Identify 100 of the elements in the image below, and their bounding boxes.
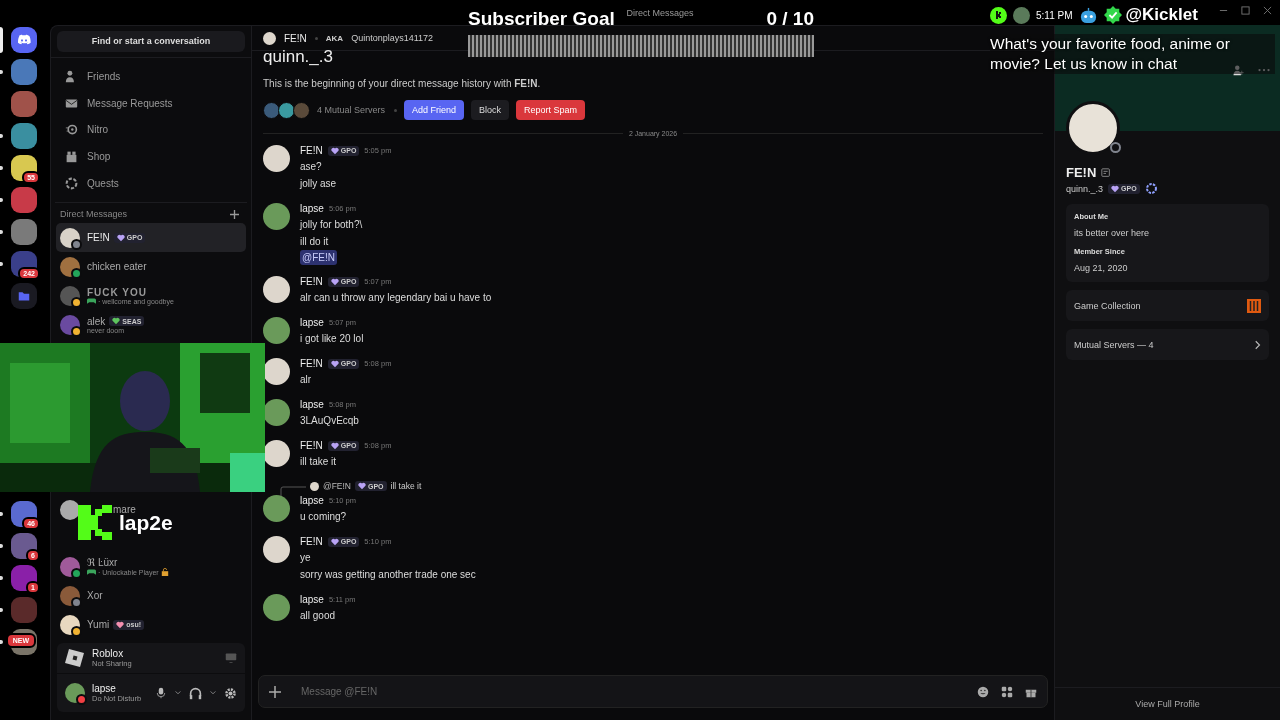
author-name[interactable]: lapse bbox=[300, 594, 324, 605]
message-input[interactable]: Message @FE!N bbox=[293, 685, 965, 698]
avatar bbox=[60, 227, 80, 248]
avatar[interactable] bbox=[263, 358, 290, 385]
headphones-icon[interactable] bbox=[189, 686, 202, 700]
author-name[interactable]: FE!N bbox=[300, 440, 323, 451]
contact-name: ℜ Ŀüxr bbox=[87, 557, 118, 568]
close-icon[interactable] bbox=[1263, 6, 1272, 15]
author-name[interactable]: FE!N bbox=[300, 358, 323, 369]
avatar[interactable] bbox=[263, 399, 290, 426]
message-text: ill do it bbox=[300, 235, 330, 249]
avatar[interactable] bbox=[263, 536, 290, 563]
plus-icon[interactable] bbox=[230, 209, 239, 219]
server-avatar bbox=[293, 101, 310, 119]
action-button[interactable]: Report Spam bbox=[516, 100, 586, 120]
nav-item[interactable]: Message Requests bbox=[61, 90, 241, 117]
nav-item[interactable]: Shop bbox=[61, 143, 241, 170]
heart-icon bbox=[116, 233, 125, 242]
author-name[interactable]: FE!N bbox=[300, 145, 323, 156]
mutual-servers-row[interactable]: Mutual Servers — 4 bbox=[1066, 329, 1269, 360]
channel-handle: @Kicklet bbox=[1125, 5, 1198, 25]
more-icon[interactable] bbox=[1258, 68, 1270, 72]
author-name[interactable]: lapse bbox=[300, 495, 324, 506]
avatar[interactable] bbox=[263, 495, 290, 522]
message-text: all good bbox=[300, 609, 337, 623]
avatar bbox=[60, 314, 80, 335]
avatar[interactable] bbox=[263, 317, 290, 344]
message-field[interactable]: Message @FE!N bbox=[258, 675, 1048, 708]
nav-item[interactable]: Nitro bbox=[61, 116, 241, 144]
dm-item[interactable]: chicken eater bbox=[56, 252, 246, 282]
mention[interactable]: @FE!N bbox=[300, 250, 337, 265]
action-button[interactable]: Add Friend bbox=[404, 100, 465, 120]
message-text: ill take it bbox=[300, 455, 338, 469]
server-avatar bbox=[278, 101, 295, 119]
avatar bbox=[1013, 6, 1030, 24]
author-name[interactable]: lapse bbox=[300, 399, 324, 410]
avatar bbox=[60, 614, 80, 635]
message-text: u coming? bbox=[300, 510, 348, 524]
author-name[interactable]: lapse bbox=[300, 317, 324, 328]
home-button[interactable] bbox=[11, 27, 37, 53]
author-name[interactable]: FE!N bbox=[300, 276, 323, 287]
note-icon[interactable] bbox=[1101, 167, 1112, 178]
nitro-icon bbox=[65, 123, 78, 137]
avatar bbox=[310, 481, 319, 491]
window-title: Direct Messages bbox=[626, 7, 694, 18]
dm-item[interactable]: Xor bbox=[56, 581, 246, 610]
heart-icon bbox=[330, 537, 339, 546]
settings-icon[interactable] bbox=[224, 686, 237, 700]
apps-icon[interactable] bbox=[1001, 685, 1013, 698]
kick-logo-icon bbox=[990, 6, 1007, 24]
profile-name: FE!N bbox=[1066, 165, 1097, 180]
avatar[interactable] bbox=[263, 276, 290, 303]
contact-name[interactable]: mare bbox=[113, 504, 136, 515]
avatar bbox=[60, 556, 80, 577]
server-avatar bbox=[263, 101, 280, 119]
nav-item[interactable]: Friends bbox=[61, 63, 241, 91]
avatar[interactable] bbox=[263, 145, 290, 172]
contact-name: alek bbox=[87, 315, 106, 327]
heart-icon bbox=[116, 620, 125, 629]
contact-name: FE!N bbox=[87, 232, 110, 244]
server-icon[interactable] bbox=[11, 533, 37, 559]
chevron-down-icon[interactable] bbox=[209, 689, 217, 697]
profile-username: quinn._.3 bbox=[1066, 183, 1104, 194]
robot-icon bbox=[1078, 6, 1098, 24]
game-collection-row[interactable]: Game Collection bbox=[1066, 290, 1269, 321]
view-full-profile-link[interactable]: View Full Profile bbox=[1135, 699, 1200, 709]
avatar bbox=[60, 499, 80, 520]
avatar[interactable] bbox=[263, 203, 290, 230]
avatar[interactable] bbox=[263, 440, 290, 467]
server-folder[interactable] bbox=[11, 283, 37, 309]
microphone-icon[interactable] bbox=[155, 687, 167, 699]
game-icon bbox=[1247, 298, 1261, 313]
member-since-date: Aug 21, 2020 bbox=[1074, 263, 1129, 273]
goal-count: 0 / 10 bbox=[766, 7, 814, 31]
reply-text: ill take it bbox=[390, 481, 422, 491]
screen-share-icon[interactable] bbox=[225, 652, 237, 664]
plus-icon[interactable] bbox=[269, 685, 281, 698]
search-field[interactable]: Find or start a conversation bbox=[57, 30, 245, 52]
emoji-icon[interactable] bbox=[977, 685, 989, 698]
quest-icon bbox=[65, 176, 78, 190]
avatar bbox=[60, 585, 80, 606]
intro-text: This is the beginning of your direct message history with FE!N. bbox=[263, 78, 542, 89]
add-friend-icon[interactable] bbox=[1232, 64, 1244, 76]
chevron-down-icon[interactable] bbox=[174, 689, 182, 697]
server-icon[interactable] bbox=[11, 155, 37, 181]
avatar[interactable] bbox=[263, 594, 290, 621]
nav-item[interactable]: Quests bbox=[61, 169, 241, 197]
heart-icon bbox=[1111, 184, 1120, 193]
author-name[interactable]: FE!N bbox=[300, 536, 323, 547]
chat-prompt: What's your favorite food, anime or movie? Let us know in chat bbox=[990, 34, 1275, 74]
server-icon[interactable] bbox=[11, 501, 37, 527]
reply-connector bbox=[280, 486, 306, 496]
avatar bbox=[60, 256, 80, 277]
about-text: its better over here bbox=[1074, 228, 1151, 238]
heart-icon bbox=[330, 441, 339, 450]
chat-title: FE!N bbox=[284, 32, 307, 44]
heart-icon bbox=[358, 482, 366, 490]
author-name[interactable]: lapse bbox=[300, 203, 324, 214]
action-button[interactable]: Block bbox=[471, 100, 510, 120]
mutual-servers-link[interactable]: 4 Mutual Servers bbox=[317, 105, 386, 115]
